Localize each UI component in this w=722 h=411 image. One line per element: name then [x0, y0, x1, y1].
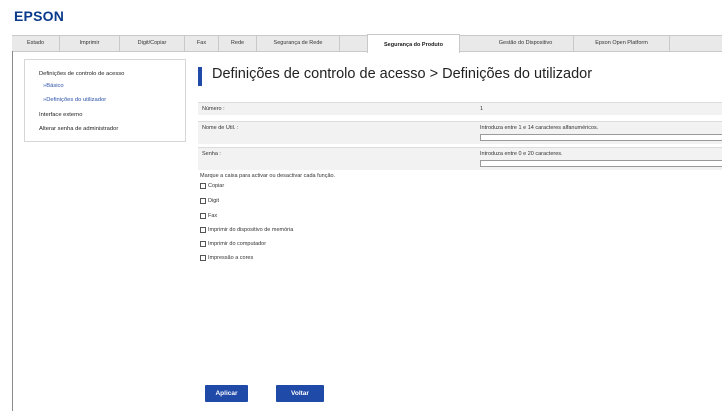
checkbox-scan[interactable]: Digit	[200, 197, 219, 205]
tab-seguranca-produto[interactable]: Segurança do Produto	[367, 34, 460, 53]
checkbox-label: Copiar	[208, 183, 225, 189]
back-button[interactable]: Voltar	[276, 385, 324, 402]
username-row: Nome de Util. : Introduza entre 1 e 14 c…	[198, 121, 722, 144]
page-title: Definições de controlo de acesso > Defin…	[212, 66, 593, 82]
checkbox-box[interactable]	[200, 213, 206, 219]
checkbox-print-memory[interactable]: Imprimir do dispositivo de memória	[200, 226, 293, 234]
epson-logo: EPSON	[14, 8, 65, 24]
checkbox-label: Imprimir do computador	[208, 241, 267, 247]
checkbox-print-computer[interactable]: Imprimir do computador	[200, 240, 266, 248]
checkbox-label: Imprimir do dispositivo de memória	[208, 227, 294, 233]
checkbox-box[interactable]	[200, 227, 206, 233]
main-tab-bar: Estado Imprimir Digit/Copiar Fax Rede Se…	[12, 34, 722, 53]
checkbox-copy[interactable]: Copiar	[200, 182, 224, 190]
tab-rede[interactable]: Rede	[219, 36, 257, 51]
tab-imprimir[interactable]: Imprimir	[60, 36, 120, 51]
username-label: Nome de Util. :	[202, 125, 239, 131]
password-hint: Introduza entre 0 e 20 caracteres.	[480, 151, 563, 157]
tab-seguranca-rede[interactable]: Segurança de Rede	[257, 36, 340, 51]
tab-gestao-dispositivo[interactable]: Gestão do Dispositivo	[478, 36, 574, 51]
tab-epson-open-platform[interactable]: Epson Open Platform	[574, 36, 670, 51]
username-input[interactable]	[480, 134, 722, 141]
checkbox-label: Digit	[208, 198, 220, 204]
password-input[interactable]	[480, 160, 722, 167]
password-label: Senha :	[202, 151, 221, 157]
tab-fax[interactable]: Fax	[185, 36, 219, 51]
username-hint: Introduza entre 1 e 14 caracteres alfanu…	[480, 125, 599, 131]
checkbox-box[interactable]	[200, 241, 206, 247]
password-row: Senha : Introduza entre 0 e 20 caractere…	[198, 147, 722, 170]
number-row: Número : 1	[198, 102, 722, 115]
sidebar-item-admin-password[interactable]: Alterar senha de administrador	[39, 126, 118, 132]
number-value: 1	[480, 106, 484, 112]
checkbox-label: Fax	[208, 213, 218, 219]
checkbox-label: Impressão a cores	[208, 255, 254, 261]
checkbox-instruction: Marque a caixa para activar ou desactiva…	[200, 173, 336, 179]
tab-estado[interactable]: Estado	[12, 36, 60, 51]
sidebar-menu: Definições de controlo de acesso »Básico…	[24, 59, 186, 142]
sidebar-item-user-settings[interactable]: »Definições do utilizador	[43, 97, 106, 103]
title-accent-bar	[198, 67, 202, 86]
checkbox-box[interactable]	[200, 255, 206, 261]
apply-button[interactable]: Aplicar	[205, 385, 248, 402]
header-bar: EPSON	[0, 0, 722, 33]
sidebar-item-external-interface[interactable]: Interface externo	[39, 112, 83, 118]
tab-digit-copiar[interactable]: Digit/Copiar	[120, 36, 185, 51]
left-frame-border	[12, 51, 13, 411]
sidebar-item-basic[interactable]: »Básico	[43, 83, 64, 89]
sidebar-item-access-control[interactable]: Definições de controlo de acesso	[39, 71, 124, 77]
number-label: Número :	[202, 106, 225, 112]
checkbox-fax[interactable]: Fax	[200, 212, 217, 220]
checkbox-color-print[interactable]: Impressão a cores	[200, 254, 253, 262]
checkbox-box[interactable]	[200, 183, 206, 189]
checkbox-box[interactable]	[200, 198, 206, 204]
